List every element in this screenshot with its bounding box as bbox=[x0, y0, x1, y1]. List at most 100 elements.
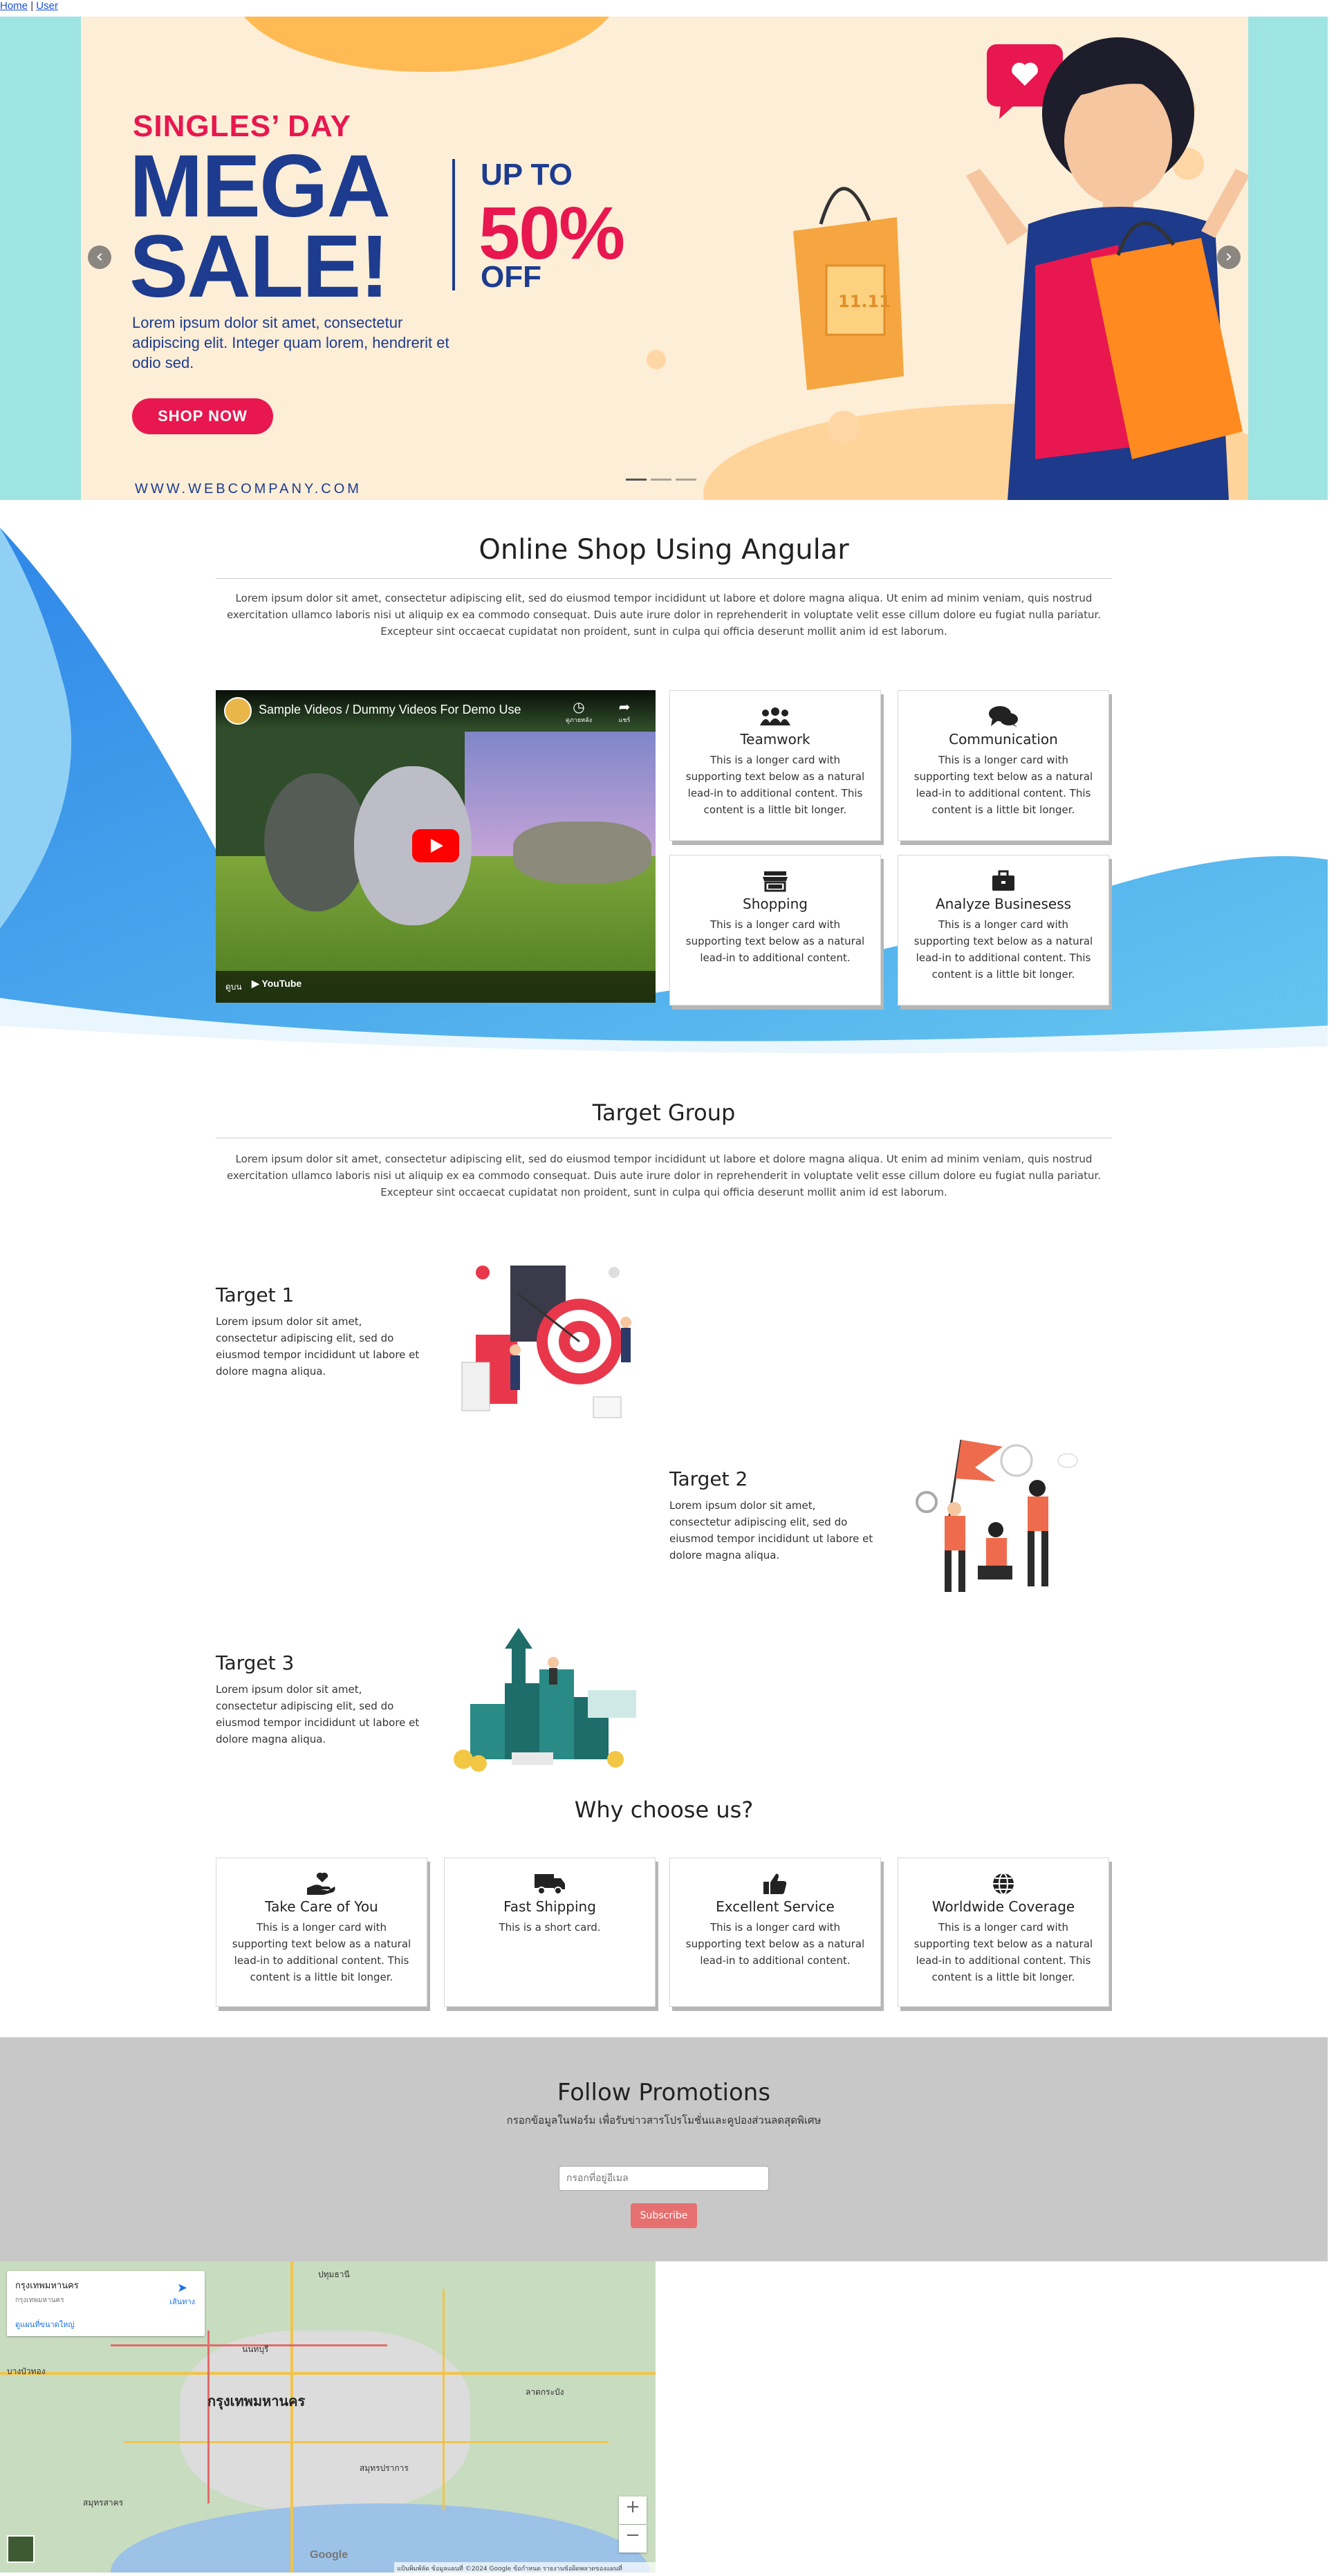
wave-background bbox=[0, 528, 1328, 1060]
card-title: Take Care of You bbox=[265, 1898, 378, 1915]
map-road bbox=[443, 2289, 445, 2510]
carousel-indicator[interactable] bbox=[626, 479, 647, 481]
target-2-title: Target 2 bbox=[669, 1467, 748, 1490]
about-title: Online Shop Using Angular bbox=[479, 534, 849, 566]
banner-divider bbox=[452, 159, 455, 290]
video-title[interactable]: Sample Videos / Dummy Videos For Demo Us… bbox=[259, 703, 521, 717]
map-label: นนทบุรี bbox=[242, 2344, 269, 2354]
email-input[interactable] bbox=[559, 2166, 769, 2191]
feature-card-analyze: Analyze Businesess This is a longer card… bbox=[898, 855, 1109, 1006]
banner-headline-line2: SALE! bbox=[129, 217, 389, 316]
directions-icon: ➤ bbox=[177, 2281, 188, 2295]
top-nav: Home | User bbox=[0, 0, 58, 17]
target-group-text: Lorem ipsum dolor sit amet, consectetur … bbox=[226, 1153, 1102, 1198]
google-map[interactable]: กรุงเทพมหานคร ปทุมธานี นนทบุรี สมุทรปราก… bbox=[0, 2261, 656, 2573]
share-icon: ➦ bbox=[618, 698, 631, 715]
promotions-section: Follow Promotions กรอกข้อมูลในฟอร์ม เพื่… bbox=[0, 2037, 1328, 2261]
map-label: ปทุมธานี bbox=[318, 2270, 350, 2279]
card-text: This is a longer card with supporting te… bbox=[685, 918, 865, 964]
feature-card-communication: Communication This is a longer card with… bbox=[898, 690, 1109, 841]
card-text: This is a longer card with supporting te… bbox=[232, 1921, 411, 1983]
youtube-logo[interactable]: ▶ YouTube bbox=[252, 978, 301, 990]
map-road bbox=[290, 2261, 293, 2573]
users-icon bbox=[683, 705, 868, 728]
card-title: Fast Shipping bbox=[503, 1898, 596, 1915]
nav-separator: | bbox=[30, 0, 34, 12]
clock-icon: ◷ bbox=[573, 698, 585, 715]
target-1-illustration bbox=[461, 1266, 631, 1418]
truck-icon bbox=[457, 1872, 642, 1896]
nav-user-link[interactable]: User bbox=[36, 0, 58, 12]
card-text: This is a longer card with supporting te… bbox=[913, 754, 1093, 816]
carousel-indicators bbox=[626, 479, 696, 481]
why-title: Why choose us? bbox=[574, 1797, 754, 1823]
why-card-coverage: Worldwide Coverage This is a longer card… bbox=[898, 1857, 1109, 2007]
decor-dot bbox=[647, 350, 666, 369]
why-card-shipping: Fast Shipping This is a short card. bbox=[444, 1857, 656, 2007]
banner-description: Lorem ipsum dolor sit amet, consectetur … bbox=[132, 314, 449, 371]
banner-website: WWW.WEBCOMPANY.COM bbox=[135, 481, 362, 497]
share-label: แชร์ bbox=[618, 717, 631, 724]
video-player[interactable]: Sample Videos / Dummy Videos For Demo Us… bbox=[216, 690, 656, 1003]
map-layer-toggle[interactable] bbox=[7, 2535, 35, 2563]
about-divider bbox=[216, 578, 1112, 579]
card-title: Excellent Service bbox=[716, 1898, 835, 1915]
target-group-title: Target Group bbox=[592, 1100, 736, 1126]
card-title: Worldwide Coverage bbox=[931, 1898, 1075, 1915]
nav-home-link[interactable]: Home bbox=[0, 0, 28, 12]
watch-later-button[interactable]: ◷ ดูภายหลัง bbox=[562, 698, 596, 725]
target-3-text: Lorem ipsum dolor sit amet, consectetur … bbox=[216, 1683, 420, 1745]
carousel-indicator[interactable] bbox=[676, 479, 696, 481]
larger-map-link[interactable]: ดูแผนที่ขนาดใหญ่ bbox=[15, 2318, 196, 2331]
hero-carousel: SINGLES’ DAY MEGA SALE! UP TO 50% OFF Lo… bbox=[0, 17, 1328, 500]
directions-label: เส้นทาง bbox=[169, 2297, 195, 2306]
promotions-title: Follow Promotions bbox=[557, 2079, 771, 2106]
banner-headline: MEGA SALE! bbox=[129, 137, 391, 316]
store-icon bbox=[683, 869, 868, 893]
banner-off: OFF bbox=[481, 260, 541, 294]
bag-label: 11.11 bbox=[838, 292, 891, 311]
map-label: ลาดกระบัง bbox=[526, 2387, 564, 2397]
carousel-indicator[interactable] bbox=[651, 479, 671, 481]
directions-button[interactable]: ➤ เส้นทาง bbox=[169, 2281, 195, 2308]
hero-banner[interactable]: SINGLES’ DAY MEGA SALE! UP TO 50% OFF Lo… bbox=[81, 17, 1248, 500]
watch-on-label[interactable]: ดูบน bbox=[225, 981, 242, 994]
card-text: This is a longer card with supporting te… bbox=[685, 754, 865, 816]
map-road bbox=[124, 2441, 609, 2443]
why-card-care: Take Care of You This is a longer card w… bbox=[216, 1857, 427, 2007]
comments-icon bbox=[911, 705, 1096, 728]
why-card-service: Excellent Service This is a longer card … bbox=[669, 1857, 881, 2007]
card-text: This is a short card. bbox=[499, 1921, 601, 1934]
decor-blob bbox=[233, 17, 620, 72]
thumbs-up-icon bbox=[683, 1872, 868, 1896]
target-1-title: Target 1 bbox=[216, 1284, 295, 1306]
map-label: สมุทรสาคร bbox=[83, 2498, 124, 2508]
carousel-next-button[interactable]: › bbox=[1217, 245, 1241, 269]
zoom-out-button[interactable]: − bbox=[619, 2525, 647, 2552]
map-road bbox=[0, 2372, 656, 2375]
globe-icon bbox=[911, 1872, 1096, 1896]
channel-avatar[interactable] bbox=[224, 697, 252, 725]
subscribe-button[interactable]: Subscribe bbox=[631, 2203, 697, 2228]
banner-headline-line1: MEGA bbox=[129, 137, 391, 236]
map-info-card: กรุงเทพมหานคร กรุงเทพมหานคร ดูแผนที่ขนาด… bbox=[7, 2271, 205, 2336]
card-text: This is a longer card with supporting te… bbox=[913, 918, 1093, 981]
share-button[interactable]: ➦ แชร์ bbox=[607, 698, 642, 725]
hand-holding-heart-icon bbox=[229, 1872, 414, 1896]
map-footer[interactable]: แป้นพิมพ์ลัด ข้อมูลแผนที่ ©2024 Google ข… bbox=[394, 2562, 656, 2573]
map-road bbox=[207, 2331, 210, 2503]
play-button[interactable] bbox=[412, 829, 459, 862]
target-2-text: Lorem ipsum dolor sit amet, consectetur … bbox=[669, 1499, 873, 1562]
card-title: Teamwork bbox=[740, 731, 810, 748]
zoom-in-button[interactable]: + bbox=[619, 2496, 647, 2524]
watch-later-label: ดูภายหลัง bbox=[566, 717, 592, 724]
banner-up-to: UP TO bbox=[481, 158, 573, 192]
target-3-title: Target 3 bbox=[216, 1651, 295, 1674]
map-label: บางบัวทอง bbox=[7, 2366, 46, 2376]
shop-now-button[interactable]: SHOP NOW bbox=[132, 398, 273, 434]
promotions-subtitle: กรอกข้อมูลในฟอร์ม เพื่อรับข่าวสารโปรโมชั… bbox=[506, 2114, 822, 2126]
carousel-prev-button[interactable]: ‹ bbox=[88, 245, 111, 269]
target-1-text: Lorem ipsum dolor sit amet, consectetur … bbox=[216, 1315, 420, 1378]
card-text: This is a longer card with supporting te… bbox=[685, 1921, 865, 1967]
shopping-woman-illustration: 11.11 bbox=[793, 37, 1248, 500]
